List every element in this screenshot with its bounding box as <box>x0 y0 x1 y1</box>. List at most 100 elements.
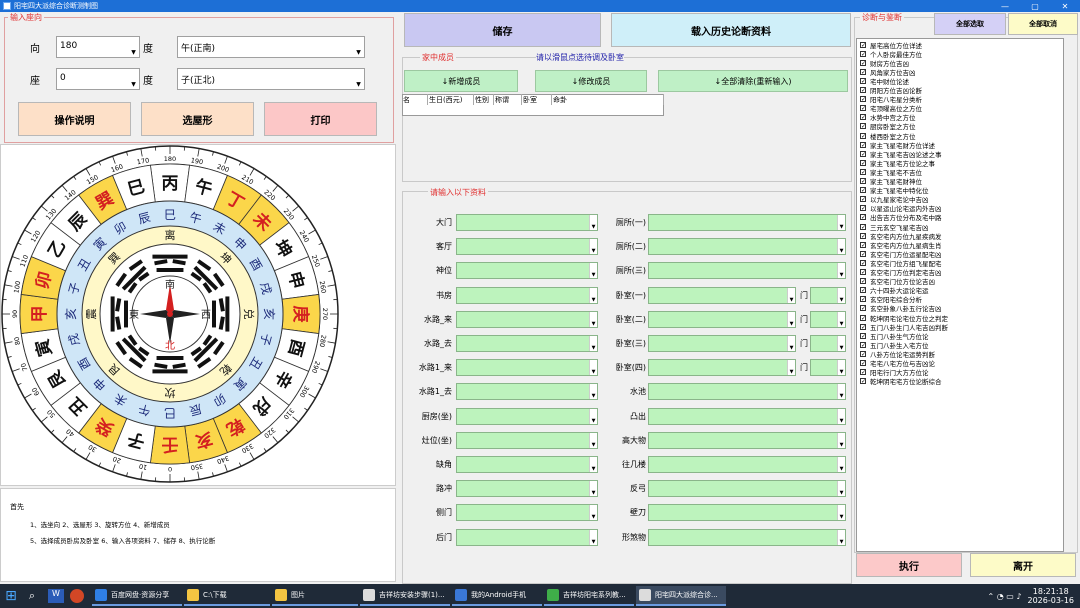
info-left-field[interactable]: ▼ <box>456 262 598 280</box>
chevron-down-icon[interactable]: ▼ <box>837 311 845 327</box>
help-button[interactable]: 操作说明 <box>18 102 131 136</box>
clear-all-button[interactable]: ↓全部清除(重新输入) <box>658 70 848 92</box>
check-icon[interactable]: ✓ <box>860 323 866 330</box>
chevron-down-icon[interactable]: ▼ <box>837 384 845 400</box>
task-current-app[interactable]: 阳宅四大派综合诊... <box>636 586 726 606</box>
info-bedroom-field[interactable]: ▼ <box>648 335 796 352</box>
info-right-field[interactable]: ▼ <box>648 504 846 522</box>
info-right-field[interactable]: ▼ <box>648 214 846 231</box>
tray-icons[interactable]: ⌃ ◔ ▭ ♪ <box>988 592 1022 601</box>
print-button[interactable]: 打印 <box>264 102 377 136</box>
info-left-field[interactable]: ▼ <box>456 480 598 498</box>
chevron-down-icon[interactable]: ▼ <box>837 529 845 545</box>
check-icon[interactable]: ✓ <box>860 223 866 230</box>
chevron-down-icon[interactable]: ▼ <box>837 263 845 279</box>
member-col-gender[interactable]: 性别 <box>474 94 494 105</box>
check-icon[interactable]: ✓ <box>860 296 866 303</box>
info-left-field[interactable]: ▼ <box>456 504 598 522</box>
check-icon[interactable]: ✓ <box>860 159 866 166</box>
member-col-gua[interactable]: 命卦 <box>552 94 664 105</box>
check-icon[interactable]: ✓ <box>860 259 866 266</box>
chevron-down-icon[interactable]: ▼ <box>787 360 795 376</box>
check-icon[interactable]: ✓ <box>860 96 866 103</box>
check-icon[interactable]: ✓ <box>860 314 866 321</box>
info-left-field[interactable]: ▼ <box>456 456 598 473</box>
clock[interactable]: 18:21:18 2026-03-16 <box>1028 587 1075 605</box>
minimize-icon[interactable]: — <box>990 2 1020 11</box>
check-icon[interactable]: ✓ <box>860 205 866 212</box>
task-install-steps[interactable]: 吉祥坊安装步骤(1)... <box>360 586 450 606</box>
check-icon[interactable]: ✓ <box>860 168 866 175</box>
info-right-field[interactable]: ▼ <box>648 262 846 280</box>
search-icon[interactable]: ⌕ <box>22 589 42 603</box>
chevron-down-icon[interactable]: ▼ <box>129 70 138 88</box>
check-icon[interactable]: ✓ <box>860 232 866 239</box>
check-icon[interactable]: ✓ <box>860 114 866 121</box>
chevron-down-icon[interactable]: ▼ <box>837 239 845 255</box>
check-icon[interactable]: ✓ <box>860 187 866 194</box>
chevron-down-icon[interactable]: ▼ <box>837 481 845 497</box>
info-bedroom-field[interactable]: ▼ <box>648 310 796 328</box>
chevron-down-icon[interactable]: ▼ <box>837 505 845 521</box>
info-right-field[interactable]: ▼ <box>648 480 846 498</box>
select-shape-button[interactable]: 选屋形 <box>141 102 254 136</box>
check-icon[interactable]: ✓ <box>860 68 866 75</box>
cancel-all-button[interactable]: 全部取消 <box>1008 13 1078 35</box>
zuo-direction-combo[interactable]: 子(正北) ▼ <box>177 68 365 90</box>
info-right-field[interactable]: ▼ <box>648 431 846 449</box>
zuo-degree-combo[interactable]: 0 ▼ <box>56 68 140 90</box>
info-left-field[interactable]: ▼ <box>456 286 598 304</box>
check-icon[interactable]: ✓ <box>860 87 866 94</box>
chevron-down-icon[interactable]: ▼ <box>837 408 845 424</box>
chevron-down-icon[interactable]: ▼ <box>787 336 795 351</box>
check-icon[interactable]: ✓ <box>860 241 866 248</box>
select-all-button[interactable]: 全部选取 <box>934 13 1006 35</box>
chevron-down-icon[interactable]: ▼ <box>837 360 845 376</box>
run-button[interactable]: 执行 <box>856 553 962 577</box>
check-icon[interactable]: ✓ <box>860 150 866 157</box>
check-icon[interactable]: ✓ <box>860 287 866 294</box>
check-icon[interactable]: ✓ <box>860 278 866 285</box>
check-icon[interactable]: ✓ <box>860 41 866 48</box>
member-col-title[interactable]: 称谓 <box>494 94 522 105</box>
task-course[interactable]: 吉祥坊阳宅系列教... <box>544 586 634 606</box>
check-icon[interactable]: ✓ <box>860 123 866 130</box>
modify-member-button[interactable]: ↓修改成员 <box>535 70 647 92</box>
powerpoint-icon[interactable] <box>70 589 84 603</box>
info-right-field[interactable]: ▼ <box>648 383 846 401</box>
task-pictures[interactable]: 图片 <box>272 586 358 606</box>
chevron-down-icon[interactable]: ▼ <box>129 38 138 56</box>
info-right-field[interactable]: ▼ <box>648 407 846 425</box>
check-icon[interactable]: ✓ <box>860 350 866 357</box>
info-left-field[interactable]: ▼ <box>456 407 598 425</box>
maximize-icon[interactable]: ▢ <box>1020 2 1050 11</box>
info-bedroom-field[interactable]: ▼ <box>648 286 796 304</box>
info-left-field[interactable]: ▼ <box>456 238 598 256</box>
chevron-down-icon[interactable]: ▼ <box>837 215 845 230</box>
check-icon[interactable]: ✓ <box>860 196 866 203</box>
chevron-down-icon[interactable]: ▼ <box>837 432 845 448</box>
chevron-down-icon[interactable]: ▼ <box>837 457 845 472</box>
info-door-field[interactable]: ▼ <box>810 310 846 328</box>
xiang-degree-combo[interactable]: 180 ▼ <box>56 36 140 58</box>
info-right-field[interactable]: ▼ <box>648 456 846 473</box>
info-left-field[interactable]: ▼ <box>456 431 598 449</box>
chevron-down-icon[interactable]: ▼ <box>787 311 795 327</box>
info-left-field[interactable]: ▼ <box>456 383 598 401</box>
info-right-field[interactable]: ▼ <box>648 528 846 546</box>
check-icon[interactable]: ✓ <box>860 250 866 257</box>
check-icon[interactable]: ✓ <box>860 360 866 367</box>
task-android-phone[interactable]: 我的Android手机 <box>452 586 542 606</box>
check-icon[interactable]: ✓ <box>860 305 866 312</box>
info-door-field[interactable]: ▼ <box>810 335 846 352</box>
member-col-name[interactable]: 名 <box>402 94 428 105</box>
check-icon[interactable]: ✓ <box>860 178 866 185</box>
info-door-field[interactable]: ▼ <box>810 286 846 304</box>
info-left-field[interactable]: ▼ <box>456 359 598 377</box>
chevron-down-icon[interactable]: ▼ <box>787 287 795 303</box>
check-icon[interactable]: ✓ <box>860 59 866 66</box>
check-icon[interactable]: ✓ <box>860 214 866 221</box>
luopan-compass[interactable]: 0102030405060708090100110120130140150160… <box>0 144 396 486</box>
word-icon[interactable]: W <box>48 589 64 603</box>
info-left-field[interactable]: ▼ <box>456 310 598 328</box>
